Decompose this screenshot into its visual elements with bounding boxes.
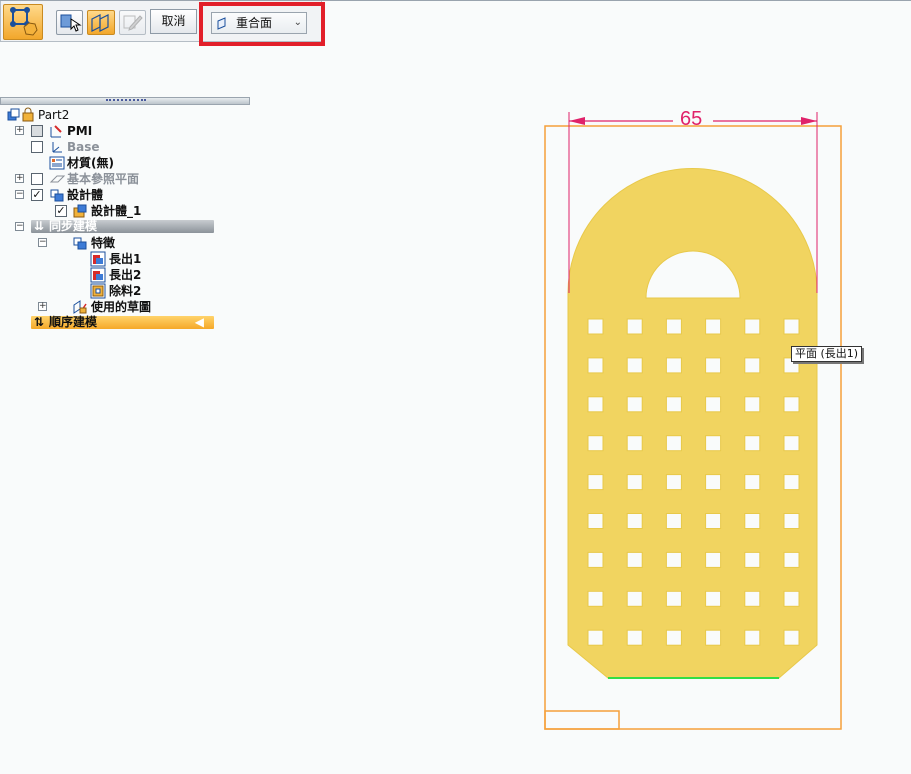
square-hole[interactable] [626, 590, 643, 607]
square-hole[interactable] [665, 435, 682, 452]
square-hole[interactable] [705, 474, 722, 491]
square-hole[interactable] [744, 474, 761, 491]
square-hole[interactable] [705, 513, 722, 529]
square-hole[interactable] [783, 435, 800, 452]
square-hole[interactable] [587, 474, 604, 491]
square-hole[interactable] [705, 396, 722, 413]
square-hole[interactable] [587, 357, 604, 374]
square-hole[interactable] [783, 474, 800, 491]
square-hole[interactable] [665, 396, 682, 413]
square-hole[interactable] [783, 551, 800, 568]
dimension-arrow-right [801, 117, 817, 125]
square-hole[interactable] [744, 435, 761, 452]
square-hole[interactable] [587, 435, 604, 452]
square-hole[interactable] [744, 357, 761, 374]
square-hole[interactable] [665, 629, 682, 646]
title-block [544, 710, 620, 730]
square-hole[interactable] [587, 396, 604, 413]
square-hole[interactable] [665, 474, 682, 491]
square-hole[interactable] [705, 629, 722, 646]
square-hole[interactable] [587, 551, 604, 568]
dimension-value[interactable]: 65 [680, 108, 702, 131]
square-hole[interactable] [626, 357, 643, 374]
square-hole[interactable] [626, 629, 643, 646]
graphics-viewport[interactable] [0, 0, 911, 774]
square-hole[interactable] [626, 435, 643, 452]
square-hole[interactable] [587, 590, 604, 607]
square-hole[interactable] [587, 318, 604, 335]
square-hole[interactable] [587, 513, 604, 529]
square-hole[interactable] [705, 318, 722, 335]
square-hole[interactable] [665, 513, 682, 529]
square-hole[interactable] [587, 629, 604, 646]
square-hole[interactable] [744, 629, 761, 646]
square-hole[interactable] [744, 396, 761, 413]
square-hole[interactable] [744, 590, 761, 607]
square-hole[interactable] [783, 590, 800, 607]
square-hole[interactable] [744, 318, 761, 335]
square-hole[interactable] [783, 318, 800, 335]
part-body[interactable] [567, 168, 818, 679]
square-hole[interactable] [626, 474, 643, 491]
square-hole[interactable] [626, 318, 643, 335]
square-hole[interactable] [626, 551, 643, 568]
square-hole[interactable] [783, 629, 800, 646]
square-hole[interactable] [626, 513, 643, 529]
square-hole[interactable] [744, 513, 761, 529]
square-hole[interactable] [705, 551, 722, 568]
square-hole[interactable] [783, 513, 800, 529]
square-hole[interactable] [626, 396, 643, 413]
square-hole[interactable] [705, 357, 722, 374]
square-hole[interactable] [665, 357, 682, 374]
square-hole[interactable] [665, 318, 682, 335]
square-hole[interactable] [705, 590, 722, 607]
square-hole[interactable] [665, 590, 682, 607]
square-hole[interactable] [665, 551, 682, 568]
square-hole[interactable] [783, 396, 800, 413]
face-tooltip: 平面 (長出1) [791, 346, 863, 362]
square-hole[interactable] [744, 551, 761, 568]
dimension-arrow-left [569, 117, 585, 125]
square-hole[interactable] [705, 435, 722, 452]
